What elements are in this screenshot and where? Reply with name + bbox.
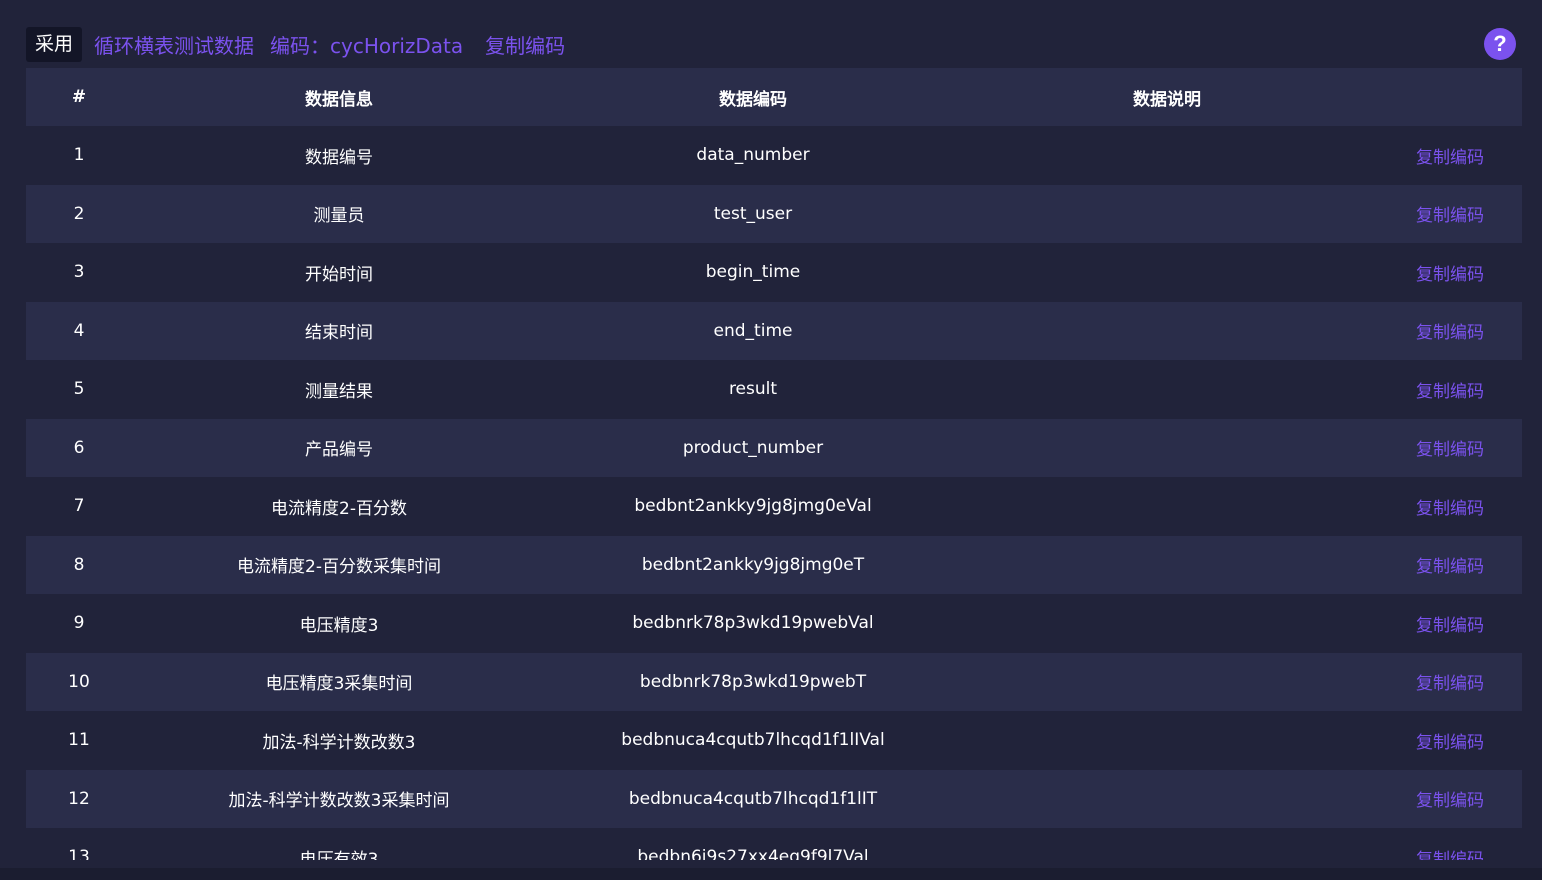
row-action-cell: 复制编码 — [1374, 845, 1522, 860]
row-info: 电压有效3 — [299, 849, 379, 860]
row-action-cell: 复制编码 — [1374, 728, 1522, 753]
row-info: 电流精度2-百分数 — [271, 498, 407, 519]
data-table: # 数据信息 数据编码 数据说明 1 数据编号 data_number 复制编码 2 测量… — [26, 68, 1522, 860]
row-action-cell: 复制编码 — [1374, 260, 1522, 285]
row-info: 电压精度3 — [299, 615, 379, 636]
table-header-row: # 数据信息 数据编码 数据说明 — [26, 68, 1522, 126]
row-action-cell: 复制编码 — [1374, 611, 1522, 636]
row-copy-code-link[interactable]: 复制编码 — [1416, 674, 1484, 694]
row-copy-code-link[interactable]: 复制编码 — [1416, 850, 1484, 860]
row-index: 1 — [73, 145, 85, 166]
row-info: 产品编号 — [305, 440, 373, 461]
row-action-cell: 复制编码 — [1374, 377, 1522, 402]
horizontal-scrollbar[interactable] — [0, 868, 1542, 880]
row-info: 加法-科学计数改数3 — [262, 732, 416, 753]
row-copy-code-link[interactable]: 复制编码 — [1416, 382, 1484, 402]
table-row: 10 电压精度3采集时间 bedbnrk78p3wkd19pwebT 复制编码 — [26, 652, 1522, 711]
table-row: 12 加法-科学计数改数3采集时间 bedbnuca4cqutb7lhcqd1f1l… — [26, 769, 1522, 828]
row-code: test_user — [713, 203, 793, 224]
row-action-cell: 复制编码 — [1374, 201, 1522, 226]
table-body: 1 数据编号 data_number 复制编码 2 测量员 test_user 复制编码 3 开始… — [26, 126, 1522, 860]
page: 采用 循环横表测试数据 编码：cycHorizData 复制编码 ? # 数据信… — [0, 0, 1542, 880]
copy-code-button[interactable]: 复制编码 — [485, 30, 565, 59]
header-bar: 采用 循环横表测试数据 编码：cycHorizData 复制编码 ? — [26, 26, 1516, 62]
row-code: begin_time — [705, 262, 801, 283]
row-index: 8 — [73, 554, 85, 575]
row-info: 结束时间 — [305, 323, 373, 344]
column-header-desc: 数据说明 — [1133, 89, 1201, 110]
row-code: product_number — [682, 437, 824, 458]
question-circle-icon[interactable]: ? — [1484, 28, 1516, 60]
table-row: 8 电流精度2-百分数采集时间 bedbnt2ankky9jg8jmg0eT 复制编码 — [26, 535, 1522, 594]
row-index: 7 — [73, 496, 85, 517]
table-row: 7 电流精度2-百分数 bedbnt2ankky9jg8jmg0eVal 复制编码 — [26, 477, 1522, 536]
row-copy-code-link[interactable]: 复制编码 — [1416, 323, 1484, 343]
row-code: bedbnt2ankky9jg8jmg0eVal — [634, 496, 872, 517]
row-action-cell: 复制编码 — [1374, 669, 1522, 694]
row-info: 测量员 — [313, 206, 365, 227]
row-code: bedbnuca4cqutb7lhcqd1f1lIT — [628, 788, 878, 809]
row-code: end_time — [713, 320, 793, 341]
row-copy-code-link[interactable]: 复制编码 — [1416, 206, 1484, 226]
row-copy-code-link[interactable]: 复制编码 — [1416, 557, 1484, 577]
row-code: result — [728, 379, 778, 400]
row-index: 5 — [73, 379, 85, 400]
row-copy-code-link[interactable]: 复制编码 — [1416, 616, 1484, 636]
table-row: 9 电压精度3 bedbnrk78p3wkd19pwebVal 复制编码 — [26, 594, 1522, 653]
row-info: 数据编号 — [305, 147, 373, 168]
row-copy-code-link[interactable]: 复制编码 — [1416, 148, 1484, 168]
column-header-index: # — [71, 87, 87, 107]
row-index: 11 — [68, 730, 90, 751]
row-info: 测量结果 — [305, 381, 373, 402]
row-code: bedbnuca4cqutb7lhcqd1f1lIVal — [621, 730, 885, 751]
table-row: 6 产品编号 product_number 复制编码 — [26, 418, 1522, 477]
table-row: 2 测量员 test_user 复制编码 — [26, 184, 1522, 243]
row-copy-code-link[interactable]: 复制编码 — [1416, 499, 1484, 519]
row-copy-code-link[interactable]: 复制编码 — [1416, 440, 1484, 460]
row-index: 12 — [68, 788, 90, 809]
table-row: 1 数据编号 data_number 复制编码 — [26, 126, 1522, 185]
row-index: 3 — [73, 262, 85, 283]
table-row: 4 结束时间 end_time 复制编码 — [26, 301, 1522, 360]
row-code: data_number — [696, 145, 810, 166]
table-row: 11 加法-科学计数改数3 bedbnuca4cqutb7lhcqd1f1lIVal… — [26, 711, 1522, 770]
table-row: 5 测量结果 result 复制编码 — [26, 360, 1522, 419]
row-action-cell: 复制编码 — [1374, 552, 1522, 577]
row-action-cell: 复制编码 — [1374, 143, 1522, 168]
row-info: 加法-科学计数改数3采集时间 — [228, 791, 450, 812]
row-index: 6 — [73, 437, 85, 458]
row-index: 2 — [73, 203, 85, 224]
row-copy-code-link[interactable]: 复制编码 — [1416, 791, 1484, 811]
row-action-cell: 复制编码 — [1374, 494, 1522, 519]
row-info: 开始时间 — [305, 264, 373, 285]
row-action-cell: 复制编码 — [1374, 435, 1522, 460]
row-copy-code-link[interactable]: 复制编码 — [1416, 265, 1484, 285]
row-info: 电流精度2-百分数采集时间 — [237, 557, 441, 578]
row-action-cell: 复制编码 — [1374, 786, 1522, 811]
row-index: 9 — [73, 613, 85, 634]
row-index: 13 — [68, 847, 90, 860]
row-index: 4 — [73, 320, 85, 341]
adopt-button[interactable]: 采用 — [26, 26, 83, 62]
row-index: 10 — [68, 671, 90, 692]
row-code: bedbn6i9s27xx4eq9f9l7Val — [637, 847, 869, 860]
row-code: bedbnt2ankky9jg8jmg0eT — [641, 554, 865, 575]
row-info: 电压精度3采集时间 — [265, 674, 413, 695]
table-row: 13 电压有效3 bedbn6i9s27xx4eq9f9l7Val 复制编码 — [26, 828, 1522, 860]
data-title: 循环横表测试数据 — [94, 33, 255, 58]
code-label: 编码：cycHorizData — [270, 33, 464, 58]
table-row: 3 开始时间 begin_time 复制编码 — [26, 243, 1522, 302]
row-copy-code-link[interactable]: 复制编码 — [1416, 733, 1484, 753]
column-header-info: 数据信息 — [305, 89, 373, 110]
row-code: bedbnrk78p3wkd19pwebVal — [632, 613, 874, 634]
row-code: bedbnrk78p3wkd19pwebT — [639, 671, 867, 692]
row-action-cell: 复制编码 — [1374, 318, 1522, 343]
column-header-code: 数据编码 — [719, 89, 787, 110]
